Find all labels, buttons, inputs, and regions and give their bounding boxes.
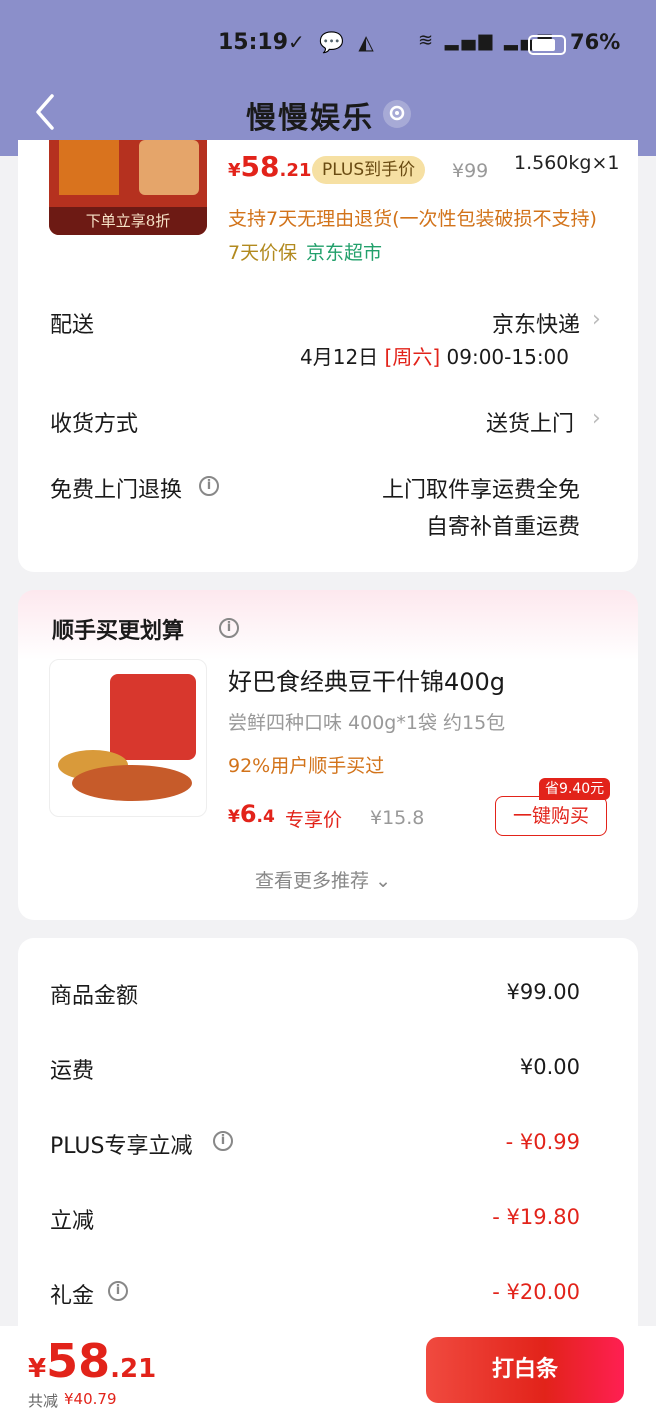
price-guarantee: 7天价保	[228, 242, 298, 264]
summary-label: 商品金额	[50, 984, 139, 1009]
free-return-line2: 自寄补首重运费	[425, 515, 580, 540]
store-name: 京东超市	[306, 242, 383, 264]
summary-label: PLUS专享立减	[50, 1134, 193, 1159]
one-click-buy-button[interactable]: 一键购买	[495, 796, 607, 836]
exclusive-price-tag: 专享价	[285, 809, 343, 831]
recommended-product-image[interactable]	[49, 659, 207, 817]
recommended-original-price: ¥15.8	[370, 807, 425, 829]
summary-value: - ¥20.00	[492, 1280, 580, 1304]
page-title: 慢慢娱乐	[246, 101, 374, 136]
battery-icon	[528, 35, 566, 55]
status-time: 15:19	[218, 30, 289, 55]
free-return-line1: 上门取件享运费全免	[381, 478, 580, 503]
total-price: ¥58.21	[28, 1334, 157, 1388]
chevron-down-icon: ⌄	[375, 870, 391, 892]
total-saved-value: ¥40.79	[64, 1390, 117, 1408]
recommended-product-price: ¥6.4	[228, 800, 275, 828]
free-return-label: 免费上门退换	[50, 478, 183, 503]
recommended-product-desc: 尝鲜四种口味 400g*1袋 约15包	[228, 712, 506, 734]
receive-method-value[interactable]: 送货上门	[380, 406, 574, 438]
back-arrow-icon[interactable]	[32, 92, 60, 132]
summary-label: 运费	[50, 1059, 95, 1084]
info-icon[interactable]: i	[213, 1131, 233, 1151]
product-image[interactable]: 下单立享8折	[49, 140, 207, 235]
savings-badge: 省9.40元	[539, 778, 611, 800]
pay-baitiao-button[interactable]: 打白条	[426, 1337, 624, 1403]
delivery-label: 配送	[50, 313, 95, 338]
more-recommendations-link[interactable]: 查看更多推荐 ⌄	[255, 866, 391, 893]
summary-value: - ¥0.99	[505, 1130, 580, 1154]
return-policy-note: 支持7天无理由退货(一次性包装破损不支持)	[228, 208, 597, 230]
recommendation-title: 顺手买更划算	[52, 619, 185, 644]
product-weight: 1.560kg×1	[514, 152, 620, 174]
product-image-banner: 下单立享8折	[49, 207, 207, 235]
info-icon[interactable]: i	[108, 1281, 128, 1301]
total-saved-label: 共减	[28, 1392, 59, 1410]
recommended-product-popularity: 92%用户顺手买过	[228, 755, 385, 777]
recommended-product-name[interactable]: 好巴食经典豆干什锦400g	[228, 662, 505, 697]
original-price: ¥99	[452, 160, 489, 182]
notification-icons: ✓ 💬 ◭	[288, 30, 378, 54]
receive-method-label: 收货方式	[50, 412, 139, 437]
summary-value: ¥0.00	[519, 1055, 580, 1079]
delivery-carrier[interactable]: 京东快递	[380, 307, 580, 339]
location-icon[interactable]	[383, 100, 411, 128]
battery-percent: 76%	[570, 30, 621, 54]
summary-value: ¥99.00	[506, 980, 580, 1004]
chevron-right-icon[interactable]: ›	[592, 307, 601, 332]
info-icon[interactable]: i	[219, 618, 239, 638]
summary-label: 立减	[50, 1209, 95, 1234]
delivery-time[interactable]: 4月12日 [周六] 09:00-15:00	[300, 341, 569, 370]
product-price: ¥58.21	[228, 150, 312, 183]
chevron-right-icon[interactable]: ›	[592, 406, 601, 431]
info-icon[interactable]: i	[199, 476, 219, 496]
summary-label: 礼金	[50, 1284, 95, 1309]
summary-value: - ¥19.80	[492, 1205, 580, 1229]
plus-price-badge: PLUS到手价	[312, 156, 426, 184]
